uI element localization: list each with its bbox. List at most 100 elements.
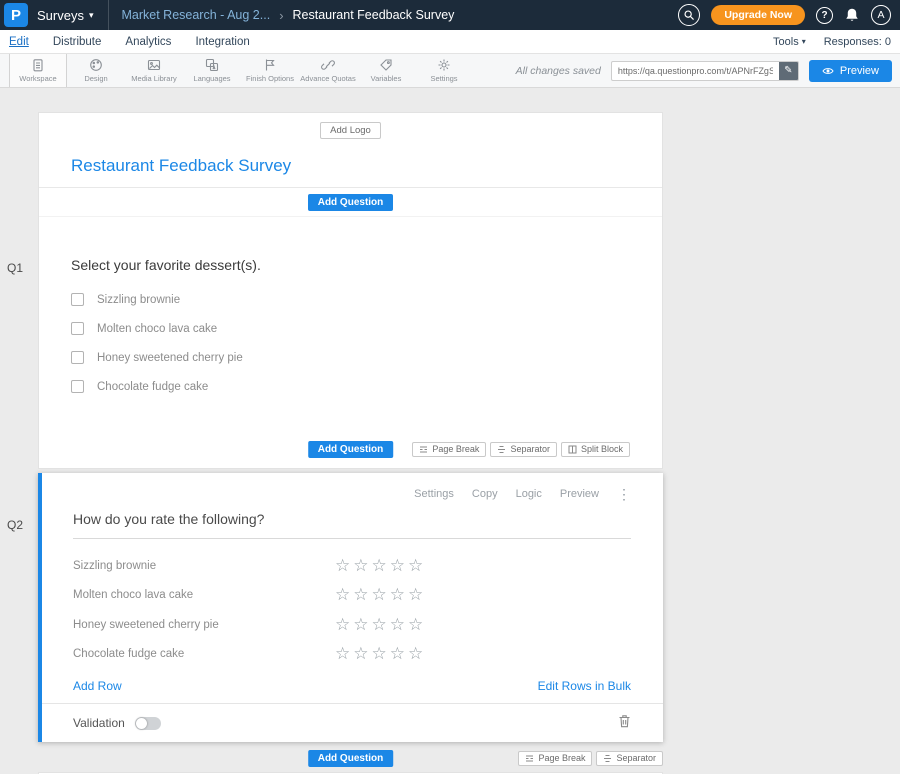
chevron-down-icon: ▾ xyxy=(89,10,94,21)
page-break-button[interactable]: Page Break xyxy=(412,442,486,457)
image-icon xyxy=(147,58,161,72)
star-icon[interactable]: ☆ xyxy=(353,644,371,663)
toolbar-item-languages[interactable]: Languages xyxy=(183,54,241,87)
add-logo-button[interactable]: Add Logo xyxy=(320,122,381,139)
star-icon[interactable]: ☆ xyxy=(372,585,390,604)
q2-preview-button[interactable]: Preview xyxy=(560,488,599,500)
star-icon[interactable]: ☆ xyxy=(390,585,408,604)
survey-block-header-q1: Add Logo Restaurant Feedback Survey Add … xyxy=(38,112,663,469)
q2-links-row: Add Row Edit Rows in Bulk xyxy=(73,679,631,693)
spacer xyxy=(71,401,630,438)
rating-row-label: Sizzling brownie xyxy=(73,560,335,572)
toolbar-item-label: Finish Options xyxy=(246,74,294,83)
tools-label: Tools xyxy=(773,36,799,48)
app-window: P Surveys ▾ Market Research - Aug 2... ›… xyxy=(0,0,900,774)
checkbox[interactable] xyxy=(71,351,84,364)
add-row-link[interactable]: Add Row xyxy=(73,679,122,693)
q2-toolbar: Settings Copy Logic Preview ⋮ xyxy=(73,487,631,501)
q1-option-label: Chocolate fudge cake xyxy=(97,381,208,393)
star-icon[interactable]: ☆ xyxy=(408,585,426,604)
help-button[interactable]: ? xyxy=(816,7,833,24)
star-icon[interactable]: ☆ xyxy=(408,615,426,634)
checkbox[interactable] xyxy=(71,322,84,335)
notifications-button[interactable] xyxy=(844,7,860,23)
toolbar-item-media-library[interactable]: Media Library xyxy=(125,54,183,87)
page-break-button[interactable]: Page Break xyxy=(518,751,592,766)
star-icon[interactable]: ☆ xyxy=(353,615,371,634)
add-question-button-top[interactable]: Add Question xyxy=(308,194,394,211)
toolbar-item-advance-quotas[interactable]: Advance Quotas xyxy=(299,54,357,87)
surveys-dropdown[interactable]: Surveys ▾ xyxy=(37,8,94,23)
star-icon[interactable]: ☆ xyxy=(335,615,353,634)
star-rating[interactable]: ☆☆☆☆☆ xyxy=(335,585,426,605)
delete-question-button[interactable] xyxy=(618,714,631,733)
star-icon[interactable]: ☆ xyxy=(372,644,390,663)
search-icon xyxy=(683,9,695,21)
toolbar-item-variables[interactable]: Variables xyxy=(357,54,415,87)
q2-question-text[interactable]: How do you rate the following? xyxy=(73,511,631,539)
star-icon[interactable]: ☆ xyxy=(408,644,426,663)
star-icon[interactable]: ☆ xyxy=(408,556,426,575)
star-icon[interactable]: ☆ xyxy=(390,615,408,634)
toolbar-item-settings[interactable]: Settings xyxy=(415,54,473,87)
split-block-label: Split Block xyxy=(581,444,623,454)
breadcrumb-parent[interactable]: Market Research - Aug 2... xyxy=(122,8,271,22)
tab-integration[interactable]: Integration xyxy=(195,36,249,48)
search-button[interactable] xyxy=(678,4,700,26)
star-icon[interactable]: ☆ xyxy=(372,556,390,575)
preview-button[interactable]: Preview xyxy=(809,60,892,82)
toolbar-item-design[interactable]: Design xyxy=(67,54,125,87)
topbar-actions: Upgrade Now ? A xyxy=(678,4,900,26)
q2-settings-button[interactable]: Settings xyxy=(414,488,454,500)
star-icon[interactable]: ☆ xyxy=(353,556,371,575)
q1-block-footer: Add Question Page Break Separator xyxy=(71,438,630,460)
star-icon[interactable]: ☆ xyxy=(335,556,353,575)
rating-row-label: Honey sweetened cherry pie xyxy=(73,619,335,631)
validation-toggle[interactable] xyxy=(135,717,161,730)
star-icon[interactable]: ☆ xyxy=(353,585,371,604)
survey-title[interactable]: Restaurant Feedback Survey xyxy=(39,139,662,187)
rating-row: Chocolate fudge cake ☆☆☆☆☆ xyxy=(73,640,631,670)
toolbar-item-label: Advance Quotas xyxy=(300,74,355,83)
star-rating[interactable]: ☆☆☆☆☆ xyxy=(335,644,426,664)
separator-button[interactable]: Separator xyxy=(490,442,557,457)
top-bar: P Surveys ▾ Market Research - Aug 2... ›… xyxy=(0,0,900,30)
star-icon[interactable]: ☆ xyxy=(372,615,390,634)
link-icon xyxy=(321,58,335,72)
tools-dropdown[interactable]: Tools ▾ xyxy=(773,36,806,48)
tab-distribute[interactable]: Distribute xyxy=(53,36,102,48)
questionpro-logo[interactable]: P xyxy=(4,3,28,27)
q1-question-text[interactable]: Select your favorite dessert(s). xyxy=(71,257,630,273)
star-icon[interactable]: ☆ xyxy=(390,556,408,575)
edit-rows-in-bulk-link[interactable]: Edit Rows in Bulk xyxy=(538,679,631,693)
checkbox[interactable] xyxy=(71,380,84,393)
star-rating[interactable]: ☆☆☆☆☆ xyxy=(335,556,426,576)
account-avatar[interactable]: A xyxy=(871,5,891,25)
add-question-button-bottom[interactable]: Add Question xyxy=(308,750,394,767)
star-rating[interactable]: ☆☆☆☆☆ xyxy=(335,615,426,635)
q2-copy-button[interactable]: Copy xyxy=(472,488,498,500)
toolbar-item-finish-options[interactable]: Finish Options xyxy=(241,54,299,87)
checkbox[interactable] xyxy=(71,293,84,306)
q1-option-row: Chocolate fudge cake xyxy=(71,372,630,401)
survey-url-input[interactable] xyxy=(612,66,779,76)
tab-edit[interactable]: Edit xyxy=(9,36,29,48)
q2-logic-button[interactable]: Logic xyxy=(516,488,542,500)
pencil-icon: ✎ xyxy=(784,65,792,76)
responses-count[interactable]: Responses: 0 xyxy=(824,36,891,48)
edit-url-button[interactable]: ✎ xyxy=(779,62,798,80)
star-icon[interactable]: ☆ xyxy=(335,585,353,604)
add-question-button-q1[interactable]: Add Question xyxy=(308,441,394,458)
split-block-button[interactable]: Split Block xyxy=(561,442,630,457)
toolbar-item-workspace[interactable]: Workspace xyxy=(9,54,67,87)
separator-button[interactable]: Separator xyxy=(596,751,663,766)
breadcrumb-separator-icon: › xyxy=(279,8,283,23)
page-break-label: Page Break xyxy=(538,753,585,763)
kebab-menu-icon[interactable]: ⋮ xyxy=(617,486,631,503)
tab-analytics[interactable]: Analytics xyxy=(125,36,171,48)
star-icon[interactable]: ☆ xyxy=(335,644,353,663)
page-break-icon xyxy=(525,754,534,763)
upgrade-now-button[interactable]: Upgrade Now xyxy=(711,5,805,25)
star-icon[interactable]: ☆ xyxy=(390,644,408,663)
palette-icon xyxy=(89,58,103,72)
